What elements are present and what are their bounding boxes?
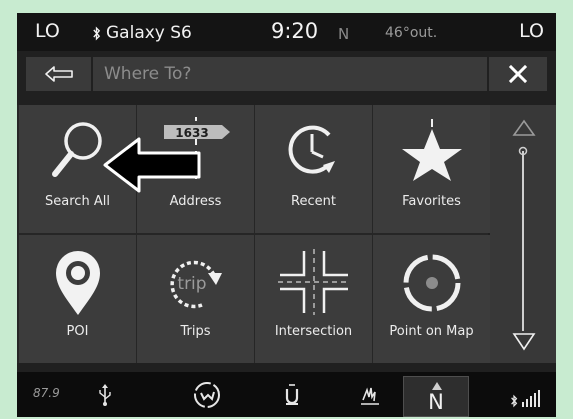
device-name: Galaxy S6 [106, 23, 192, 43]
point-on-map-icon [403, 254, 460, 312]
tile-label: Trips [180, 324, 211, 339]
close-button[interactable] [489, 57, 547, 91]
nav-button[interactable]: N [403, 376, 469, 417]
tile-label: POI [66, 324, 89, 339]
tile-label: Point on Map [389, 324, 474, 339]
tile-point-on-map[interactable]: Point on Map [373, 235, 490, 363]
apps-button[interactable] [272, 372, 312, 417]
scroll-up-icon[interactable] [512, 119, 536, 137]
trip-label: trip [177, 274, 206, 294]
scroll-track[interactable] [516, 143, 530, 333]
star-icon [401, 119, 462, 181]
tile-trips[interactable]: trip Trips [137, 235, 254, 363]
uconnect-apps-icon [285, 383, 299, 405]
radio-frequency[interactable]: 87.9 [33, 386, 60, 400]
bluetooth-icon [93, 25, 101, 41]
nav-heading: N [428, 390, 444, 414]
bottom-dock: 87.9 [17, 372, 556, 417]
tile-recent[interactable]: Recent [255, 105, 372, 233]
tile-label: Search All [45, 194, 110, 209]
compass-heading: N [338, 25, 350, 43]
usb-media-button[interactable] [85, 372, 125, 417]
status-bar: LO Galaxy S6 9:20 N 46°out. LO [17, 13, 556, 51]
passenger-temp-label[interactable]: LO [519, 20, 544, 42]
hint-arrow-icon [103, 137, 201, 193]
tile-favorites[interactable]: Favorites [373, 105, 490, 233]
tile-intersection[interactable]: Intersection [255, 235, 372, 363]
phone-button[interactable] [349, 372, 393, 417]
outside-temperature: 46°out. [385, 25, 438, 41]
intersection-icon [277, 249, 350, 315]
bluetooth-icon [511, 394, 518, 408]
tile-label: Favorites [402, 194, 461, 209]
signal-strength-icon [522, 390, 540, 407]
driver-temp-label[interactable]: LO [35, 20, 60, 42]
close-icon [508, 64, 528, 84]
tile-label: Recent [291, 194, 336, 209]
destination-search-input[interactable]: Where To? [93, 57, 487, 91]
scroll-down-icon[interactable] [512, 331, 536, 351]
map-pin-icon [55, 251, 100, 315]
controls-button[interactable] [185, 372, 229, 417]
clock-history-icon [288, 125, 335, 174]
phone-hand-icon [361, 387, 379, 405]
tile-poi[interactable]: POI [19, 235, 136, 363]
back-button[interactable] [26, 57, 91, 91]
back-arrow-icon [44, 66, 73, 82]
usb-icon [99, 383, 111, 406]
magnifier-icon [51, 122, 102, 177]
trip-icon: trip [169, 260, 222, 309]
list-scrollbar[interactable] [490, 105, 556, 363]
search-row: Where To? [26, 57, 547, 91]
clock: 9:20 [271, 19, 319, 43]
tile-label: Address [169, 194, 222, 209]
phone-signal-status [506, 380, 552, 414]
destination-menu-grid: Search All 1633 Address Recent Favorites [17, 105, 490, 363]
tile-label: Intersection [274, 324, 353, 339]
bluetooth-device: Galaxy S6 [92, 23, 192, 43]
seat-comfort-icon [194, 381, 220, 408]
